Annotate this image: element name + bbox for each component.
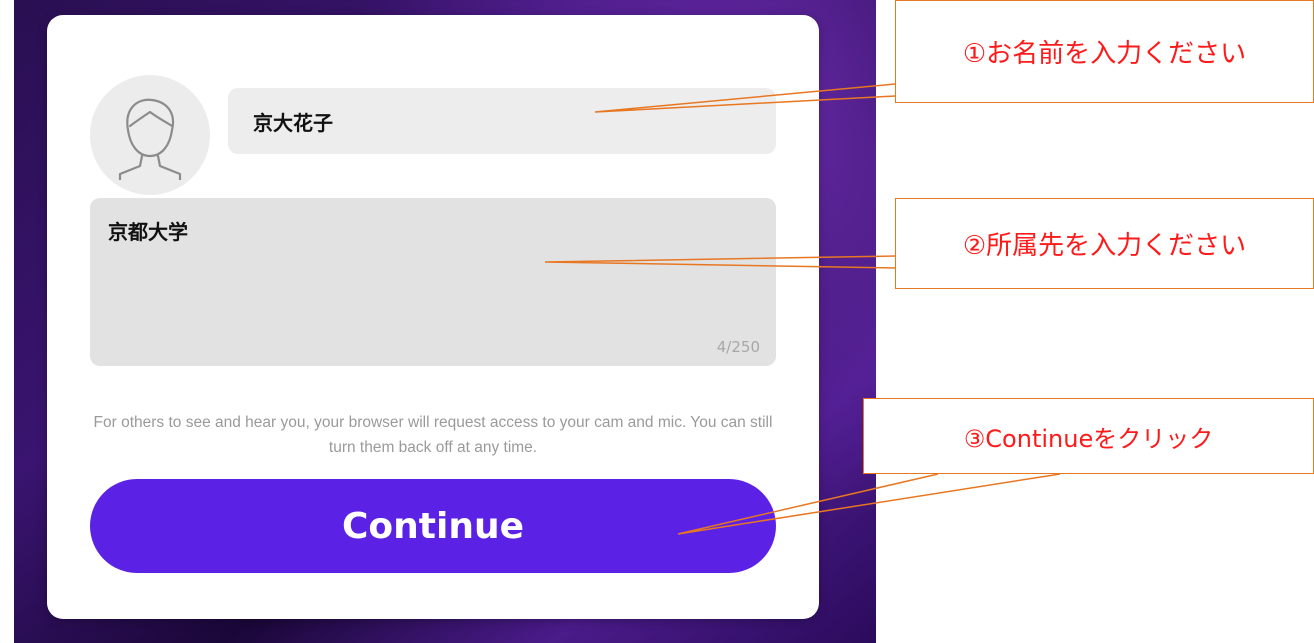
- annotation-step1-text: ①お名前を入力ください: [962, 39, 1247, 69]
- user-avatar-icon: [118, 98, 182, 180]
- name-input-value: 京大花子: [253, 110, 333, 135]
- annotation-step1: ①お名前を入力ください: [895, 0, 1314, 103]
- affiliation-value: 京都大学: [108, 220, 188, 244]
- avatar[interactable]: [90, 75, 210, 195]
- name-input[interactable]: 京大花子: [228, 88, 776, 154]
- annotation-step3-text: ③Continueをクリック: [963, 424, 1214, 453]
- affiliation-textarea[interactable]: 京都大学 4/250: [90, 198, 776, 366]
- annotation-step2: ②所属先を入力ください: [895, 198, 1314, 289]
- permission-notice: For others to see and hear you, your bro…: [93, 414, 773, 456]
- annotation-step3: ③Continueをクリック: [863, 398, 1314, 474]
- character-counter: 4/250: [716, 338, 760, 356]
- annotation-step2-text: ②所属先を入力ください: [962, 231, 1247, 261]
- continue-button[interactable]: Continue: [90, 479, 776, 573]
